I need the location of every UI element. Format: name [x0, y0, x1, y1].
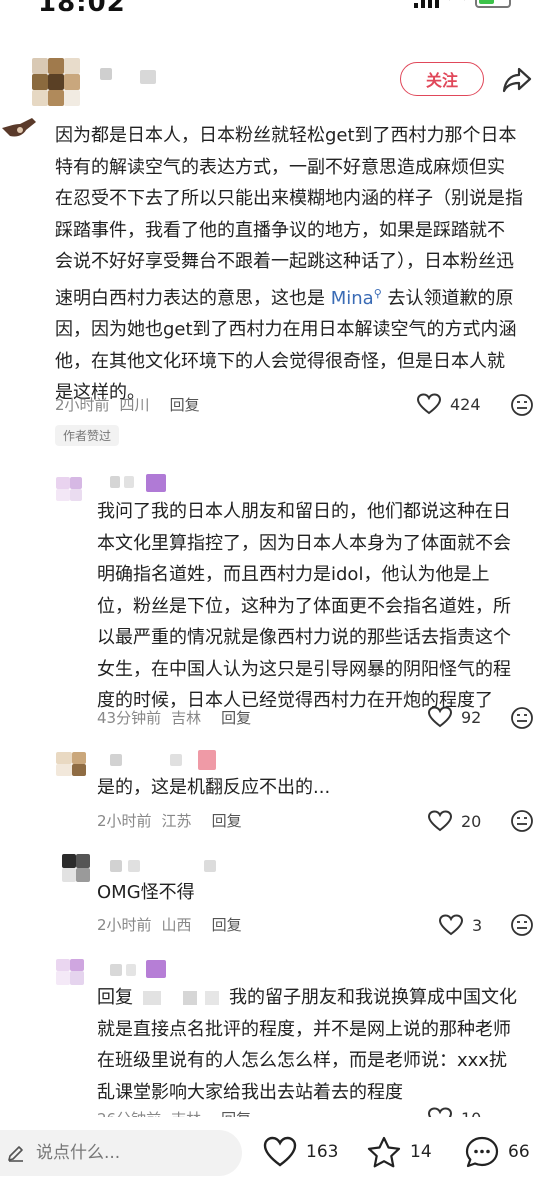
comment-4-meta: 2小时前 山西 回复 — [97, 914, 242, 935]
comment-2-avatar[interactable] — [56, 473, 88, 503]
post-comment-button[interactable]: 66 — [464, 1135, 530, 1169]
dislike-face-icon[interactable] — [510, 913, 534, 937]
comment-line: 本文化里算指控了，因为日本人本身为了体面就不会 — [97, 532, 511, 554]
like-count: 92 — [461, 707, 482, 727]
reply-button[interactable]: 回复 — [170, 394, 200, 415]
comment-time: 2小时前 — [97, 812, 152, 830]
comment-line: 以最严重的情况就是像西村力说的那些话去指责这个 — [97, 627, 511, 648]
comment-location: 吉林 — [171, 709, 202, 727]
comment-time: 2小时前 — [97, 916, 152, 934]
comment-input-box[interactable] — [0, 1130, 242, 1176]
status-time: 18:02 — [38, 0, 126, 18]
like-count: 20 — [461, 811, 482, 831]
comment-line: 是的，这是机翻反应不出的... — [97, 777, 331, 798]
heart-icon — [416, 393, 442, 415]
comment-2-meta: 43分钟前 吉林 回复 — [97, 707, 251, 728]
mention-name: Mina — [330, 287, 374, 309]
comment-line: 因，因为她也get到了西村力在用日本解读空气的方式内涵 — [55, 319, 517, 340]
reply-prefix: 回复 — [97, 987, 133, 1008]
reply-button[interactable]: 回复 — [212, 914, 242, 935]
follow-button[interactable]: 关注 — [400, 62, 484, 96]
author-avatar[interactable] — [32, 58, 80, 106]
comment-line-with-mention: 速明白西村力表达的意思，这也是 Mina⚲ 去认领道歉的原 — [55, 278, 523, 315]
heart-icon — [438, 914, 464, 936]
comment-4-username-redacted — [110, 856, 220, 876]
comment-5-text: 回复 我的留子朋友和我说换算成中国文化 就是直接点名批评的程度，并不是网上说的那种… — [97, 982, 517, 1108]
comment-1-meta: 2小时前 四川 回复 — [55, 394, 200, 415]
star-icon — [367, 1136, 401, 1168]
author-name-redacted — [100, 68, 160, 86]
chat-bubble-icon — [465, 1136, 499, 1168]
comment-input[interactable] — [34, 1142, 228, 1164]
comment-2-username-redacted — [110, 474, 170, 494]
comment-3-like[interactable]: 20 — [427, 809, 481, 833]
comment-4-text: OMG怪不得 — [97, 877, 195, 909]
comment-line: 踩踏事件，我看了他的直播争议的地方，如果是踩踏就不 — [55, 219, 505, 241]
post-comment-count: 66 — [508, 1142, 530, 1162]
battery-icon — [475, 0, 511, 8]
status-bar: 18:02 — [0, 0, 551, 20]
dislike-face-icon[interactable] — [510, 809, 534, 833]
heart-icon — [263, 1136, 297, 1167]
comment-2-like[interactable]: 92 — [427, 705, 481, 729]
author-liked-badge: 作者赞过 — [55, 425, 120, 446]
comment-line: 就是直接点名批评的程度，并不是网上说的那种老师 — [97, 1018, 511, 1040]
comment-line: 因为都是日本人，日本粉丝就轻松get到了西村力那个日本 — [55, 125, 517, 146]
status-icons — [414, 0, 511, 8]
comment-line-suffix: 我的留子朋友和我说换算成中国文化 — [229, 987, 517, 1008]
comment-line: 在忍受不下去了所以只能出来模糊地内涵的样子（别说是指 — [55, 188, 523, 209]
like-count: 3 — [472, 915, 483, 935]
post-favorite-count: 14 — [410, 1142, 432, 1162]
comment-line: 他，在其他文化环境下的人会觉得很奇怪，但是日本人就 — [55, 350, 505, 372]
comment-line-suffix: 去认领道歉的原 — [387, 287, 514, 309]
comment-location: 山西 — [161, 916, 192, 934]
comment-line: 我问了我的日本人朋友和留日的，他们都说这种在日 — [97, 501, 511, 522]
search-mini-icon: ⚲ — [373, 286, 382, 300]
comment-line-prefix: 速明白西村力表达的意思，这也是 — [55, 287, 325, 309]
comment-line: OMG怪不得 — [97, 882, 195, 903]
heart-icon — [427, 810, 453, 832]
post-like-count: 163 — [306, 1142, 339, 1162]
comment-line: 在班级里说有的人怎么怎么样，而是老师说：xxx扰 — [97, 1050, 507, 1071]
comment-line: 女生，在中国人认为这只是引导网暴的阴阳怪气的程 — [97, 658, 511, 680]
comment-line: 位，粉丝是下位，这种为了体面更不会指名道姓，所 — [97, 595, 511, 617]
comment-5-avatar[interactable] — [56, 957, 88, 987]
comment-5-username-redacted — [110, 960, 170, 980]
wifi-icon — [449, 0, 465, 7]
replied-username-redacted — [143, 991, 219, 1005]
comment-location: 江苏 — [161, 812, 192, 830]
comment-1-like[interactable]: 424 — [416, 392, 481, 416]
comment-3-meta: 2小时前 江苏 回复 — [97, 810, 242, 831]
comment-3-avatar[interactable] — [56, 748, 90, 778]
comment-location: 四川 — [119, 396, 150, 414]
like-count: 424 — [450, 394, 481, 414]
comment-line: 特有的解读空气的表达方式，一副不好意思造成麻烦但实 — [55, 156, 505, 178]
comment-3-username-redacted — [110, 750, 220, 772]
comment-reply-line: 回复 我的留子朋友和我说换算成中国文化 — [97, 982, 517, 1014]
comment-4-like[interactable]: 3 — [438, 913, 482, 937]
comment-2-text: 我问了我的日本人朋友和留日的，他们都说这种在日 本文化里算指控了，因为日本人本身… — [97, 496, 511, 717]
comment-3-text: 是的，这是机翻反应不出的... — [97, 772, 330, 804]
dislike-face-icon[interactable] — [510, 706, 534, 730]
comment-time: 2小时前 — [55, 396, 110, 414]
pencil-icon — [8, 1146, 23, 1162]
battery-level — [479, 0, 495, 4]
comment-4-avatar[interactable] — [62, 854, 92, 884]
pinned-sticker-icon — [2, 118, 36, 137]
share-arrow-icon[interactable] — [500, 62, 534, 96]
mention-link[interactable]: Mina⚲ — [330, 286, 382, 309]
comment-1-text: 因为都是日本人，日本粉丝就轻松get到了西村力那个日本 特有的解读空气的表达方式… — [55, 120, 523, 409]
comment-time: 43分钟前 — [97, 709, 162, 727]
comment-line: 明确指名道姓，而且西村力是idol，他认为他是上 — [97, 564, 490, 585]
post-like-button[interactable]: 163 — [262, 1135, 338, 1169]
post-favorite-button[interactable]: 14 — [366, 1135, 432, 1169]
reply-button[interactable]: 回复 — [212, 810, 242, 831]
comment-line: 乱课堂影响大家给我出去站着去的程度 — [97, 1081, 403, 1103]
reply-button[interactable]: 回复 — [221, 707, 251, 728]
comment-line: 会说不好好享受舞台不跟着一起跳这种话了），日本粉丝迅 — [55, 251, 514, 272]
dislike-face-icon[interactable] — [510, 393, 534, 417]
heart-icon — [427, 706, 453, 728]
cellular-signal-icon — [414, 0, 439, 8]
